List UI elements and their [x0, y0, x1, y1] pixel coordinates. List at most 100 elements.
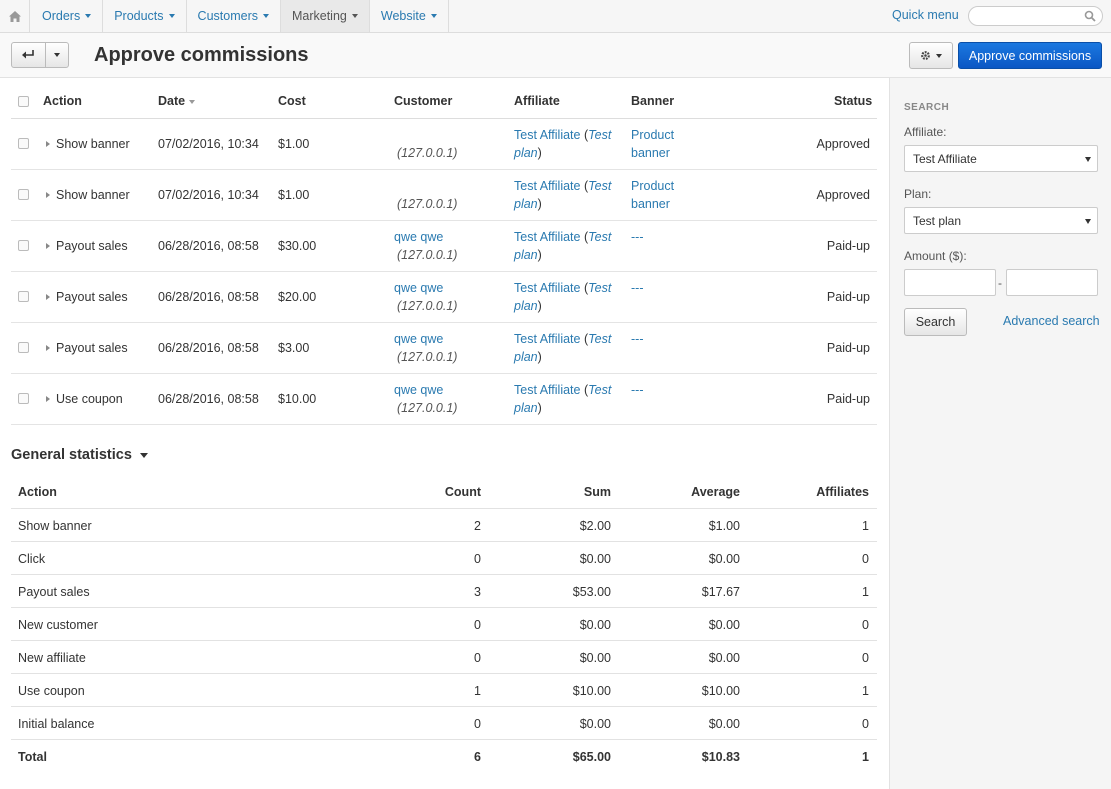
- plan-link[interactable]: Test: [588, 281, 611, 295]
- sidebar-heading: SEARCH: [904, 102, 950, 113]
- expand-row-icon[interactable]: [46, 396, 50, 402]
- plan-open: (: [580, 128, 589, 142]
- amount-label: Amount ($):: [904, 249, 967, 263]
- affiliate-link[interactable]: Test Affiliate: [514, 332, 580, 346]
- plan-link-cont[interactable]: plan: [514, 350, 538, 364]
- stat-affiliates: 0: [862, 717, 869, 731]
- row-cost: $3.00: [278, 341, 310, 355]
- plan-open: (: [580, 230, 589, 244]
- banner-link[interactable]: ---: [631, 383, 644, 397]
- banner-link[interactable]: ---: [631, 281, 644, 295]
- stat-action: Total: [18, 750, 47, 764]
- expand-row-icon[interactable]: [46, 141, 50, 147]
- plan-link[interactable]: Test: [588, 383, 611, 397]
- global-search-input[interactable]: [977, 7, 1087, 25]
- row-checkbox[interactable]: [18, 393, 29, 404]
- affiliate-select[interactable]: Test Affiliate: [904, 145, 1098, 172]
- stat-count: 0: [474, 651, 481, 665]
- affiliate-link[interactable]: Test Affiliate: [514, 128, 580, 142]
- plan-select[interactable]: Test plan: [904, 207, 1098, 234]
- row-date: 07/02/2016, 10:34: [158, 188, 259, 202]
- advanced-search-link[interactable]: Advanced search: [1003, 314, 1100, 328]
- commission-row: Payout sales 06/28/2016, 08:58 $30.00 qw…: [11, 221, 877, 272]
- affiliate-link[interactable]: Test Affiliate: [514, 179, 580, 193]
- banner-link-cont[interactable]: banner: [631, 197, 670, 211]
- expand-row-icon[interactable]: [46, 192, 50, 198]
- statistics-row: New affiliate 0 $0.00 $0.00 0: [11, 641, 877, 674]
- plan-close: ): [537, 299, 542, 313]
- menu-orders[interactable]: Orders: [31, 0, 104, 32]
- menu-products[interactable]: Products: [103, 0, 187, 32]
- column-header-affiliate: Affiliate: [514, 94, 560, 108]
- settings-dropdown-button[interactable]: [909, 42, 953, 69]
- row-checkbox[interactable]: [18, 342, 29, 353]
- stat-affiliates: 1: [862, 585, 869, 599]
- general-statistics-toggle[interactable]: General statistics: [11, 447, 148, 463]
- statistics-row: Show banner 2 $2.00 $1.00 1: [11, 509, 877, 542]
- banner-link-cont[interactable]: banner: [631, 146, 670, 160]
- column-header-date[interactable]: Date: [158, 94, 196, 108]
- menu-website[interactable]: Website: [370, 0, 449, 32]
- row-checkbox[interactable]: [18, 291, 29, 302]
- expand-row-icon[interactable]: [46, 243, 50, 249]
- select-all-checkbox[interactable]: [18, 96, 29, 107]
- row-date: 06/28/2016, 08:58: [158, 392, 259, 406]
- banner-link[interactable]: ---: [631, 332, 644, 346]
- affiliate-link[interactable]: Test Affiliate: [514, 383, 580, 397]
- customer-link[interactable]: qwe qwe: [394, 281, 443, 295]
- customer-link[interactable]: qwe qwe: [394, 230, 443, 244]
- menu-customers[interactable]: Customers: [187, 0, 281, 32]
- plan-link-cont[interactable]: plan: [514, 401, 538, 415]
- column-header-action: Action: [43, 94, 82, 108]
- amount-to-input[interactable]: [1006, 269, 1098, 296]
- plan-link[interactable]: Test: [588, 179, 611, 193]
- plan-open: (: [580, 383, 589, 397]
- customer-link[interactable]: qwe qwe: [394, 383, 443, 397]
- row-status: Paid-up: [826, 392, 870, 406]
- row-banner: ---: [631, 381, 644, 399]
- plan-link-cont[interactable]: plan: [514, 299, 538, 313]
- stat-header-sum: Sum: [583, 485, 611, 499]
- plan-link-cont[interactable]: plan: [514, 146, 538, 160]
- customer-ip: (127.0.0.1): [397, 401, 458, 415]
- expand-row-icon[interactable]: [46, 294, 50, 300]
- plan-link[interactable]: Test: [588, 230, 611, 244]
- row-status: Paid-up: [826, 239, 870, 253]
- home-link[interactable]: [0, 0, 30, 32]
- customer-link[interactable]: qwe qwe: [394, 332, 443, 346]
- plan-close: ): [537, 248, 542, 262]
- row-affiliate: Test Affiliate (Test plan): [514, 381, 611, 417]
- banner-link[interactable]: ---: [631, 230, 644, 244]
- row-action: Use coupon: [56, 392, 123, 406]
- menu-marketing[interactable]: Marketing: [280, 0, 370, 32]
- affiliate-link[interactable]: Test Affiliate: [514, 281, 580, 295]
- back-dropdown-toggle[interactable]: [46, 43, 68, 67]
- stat-action: Click: [18, 552, 46, 566]
- plan-link[interactable]: Test: [588, 332, 611, 346]
- banner-link[interactable]: Product: [631, 179, 674, 193]
- stat-sum: $0.00: [579, 651, 611, 665]
- expand-row-icon[interactable]: [46, 345, 50, 351]
- banner-link[interactable]: Product: [631, 128, 674, 142]
- plan-link-cont[interactable]: plan: [514, 197, 538, 211]
- row-checkbox[interactable]: [18, 189, 29, 200]
- row-status: Approved: [816, 188, 870, 202]
- affiliate-link[interactable]: Test Affiliate: [514, 230, 580, 244]
- amount-from-input[interactable]: [904, 269, 996, 296]
- back-button[interactable]: [12, 43, 46, 67]
- stat-average: $0.00: [708, 552, 740, 566]
- approve-commissions-button[interactable]: Approve commissions: [958, 42, 1102, 69]
- commission-row: Payout sales 06/28/2016, 08:58 $20.00 qw…: [11, 272, 877, 323]
- row-action: Payout sales: [56, 290, 128, 304]
- row-cost: $20.00: [278, 290, 317, 304]
- search-button[interactable]: Search: [904, 308, 967, 336]
- row-checkbox[interactable]: [18, 138, 29, 149]
- row-date: 07/02/2016, 10:34: [158, 137, 259, 151]
- row-checkbox[interactable]: [18, 240, 29, 251]
- plan-link-cont[interactable]: plan: [514, 248, 538, 262]
- plan-link[interactable]: Test: [588, 128, 611, 142]
- stat-sum: $10.00: [572, 684, 611, 698]
- search-icon[interactable]: [1084, 10, 1096, 22]
- quick-menu-link[interactable]: Quick menu: [892, 8, 959, 22]
- row-action: Show banner: [56, 137, 130, 151]
